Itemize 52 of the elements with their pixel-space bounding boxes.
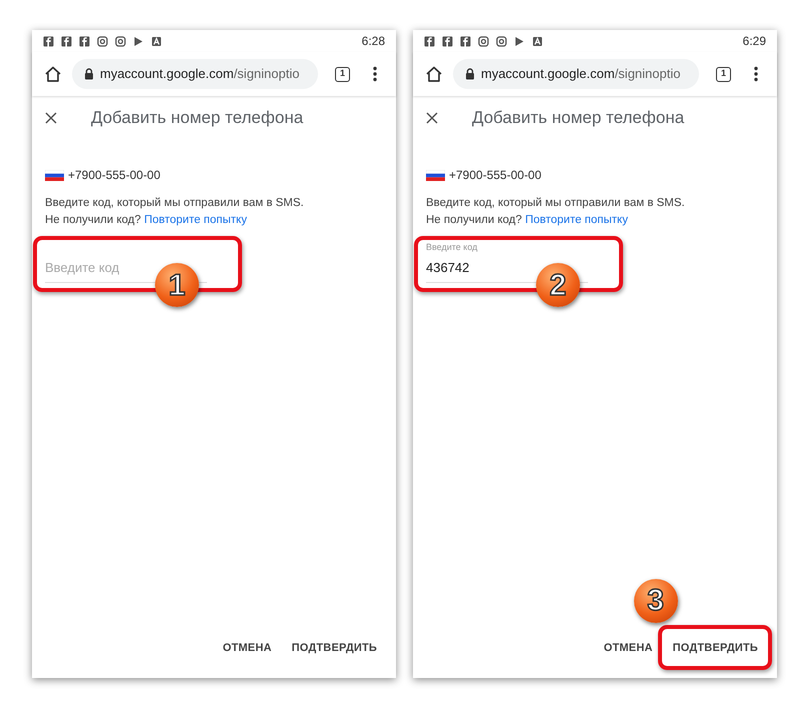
facebook-icon (442, 36, 453, 46)
play-icon (514, 36, 525, 46)
step-badge: 1 (155, 263, 199, 307)
step-badge: 3 (634, 578, 678, 622)
status-time: 6:28 (362, 33, 385, 50)
camera-icon (115, 36, 126, 46)
address-bar[interactable]: myaccount.google.com/signinoptio (72, 59, 318, 89)
page-title: Добавить номер телефона (91, 107, 304, 130)
confirm-button[interactable]: ПОДТВЕРДИТЬ (668, 634, 763, 661)
close-icon (426, 112, 438, 124)
confirm-button[interactable]: ПОДТВЕРДИТЬ (286, 634, 382, 661)
address-bar[interactable]: myaccount.google.com/signinoptio (453, 59, 699, 89)
cancel-button[interactable]: ОТМЕНА (598, 634, 658, 661)
facebook-icon (61, 36, 72, 46)
facebook-icon (79, 36, 90, 46)
instruction-text: Введите код, который мы отправили вам в SMS. (426, 196, 686, 211)
close-icon (45, 112, 57, 124)
camera-icon (478, 36, 489, 46)
step-badge: 2 (536, 263, 580, 307)
retry-link[interactable]: Повторите попытку (525, 214, 628, 226)
close-button[interactable] (426, 111, 440, 125)
more-menu-icon (754, 66, 758, 82)
flag-icon (426, 170, 445, 180)
phone-number: +7900-555-00-00 (449, 167, 542, 184)
home-icon (44, 65, 62, 83)
status-time: 6:29 (742, 33, 766, 50)
flag-icon (45, 170, 64, 180)
tab-count-button[interactable]: 1 (716, 66, 731, 82)
tab-count-button[interactable]: 1 (335, 66, 350, 82)
camera-icon (496, 36, 507, 46)
instruction-text: Введите код, который мы отправили вам в SMS. (45, 196, 305, 211)
facebook-icon (43, 36, 54, 46)
resend-text: Не получили код? Повторите попытку (426, 213, 629, 228)
url-text: myaccount.google.com/signinoptio (100, 65, 300, 84)
facebook-icon (460, 36, 471, 46)
triangle-square-icon (532, 36, 543, 46)
triangle-square-icon (151, 36, 162, 46)
facebook-icon (424, 36, 435, 46)
camera-icon (97, 36, 108, 46)
lock-icon (84, 68, 94, 80)
more-menu-icon (373, 66, 377, 82)
url-text: myaccount.google.com/signinoptio (481, 65, 680, 84)
page-title: Добавить номер телефона (472, 107, 684, 130)
home-icon (425, 65, 443, 83)
lock-icon (465, 68, 475, 80)
field-label: Введите код (426, 241, 478, 253)
close-button[interactable] (45, 111, 59, 125)
phone-number: +7900-555-00-00 (68, 167, 160, 184)
play-icon (133, 36, 144, 46)
retry-link[interactable]: Повторите попытку (144, 214, 247, 226)
resend-text: Не получили код? Повторите попытку (45, 213, 248, 228)
cancel-button[interactable]: ОТМЕНА (218, 634, 277, 661)
